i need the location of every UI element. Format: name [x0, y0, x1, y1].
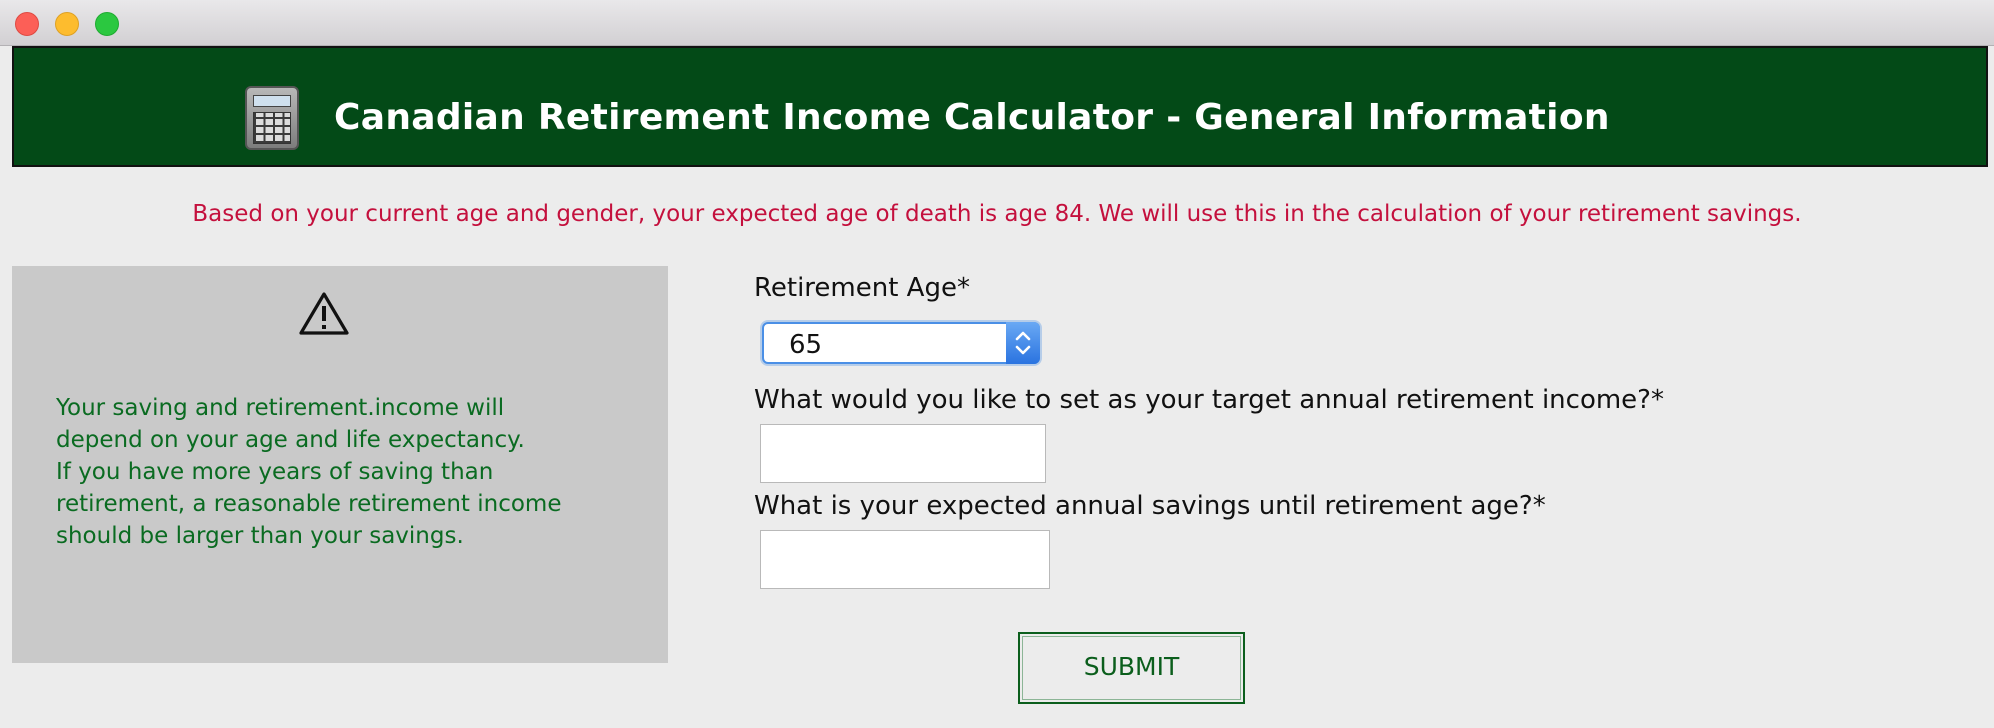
- info-line: should be larger than your savings.: [56, 523, 464, 549]
- info-line: Your saving and retirement.income will: [56, 395, 505, 421]
- info-line: depend on your age and life expectancy.: [56, 427, 525, 453]
- window-titlebar: [0, 0, 1994, 46]
- info-panel: Your saving and retirement.income will d…: [12, 266, 668, 663]
- retirement-age-value: 65: [789, 330, 823, 360]
- info-line: retirement, a reasonable retirement inco…: [56, 491, 562, 517]
- target-income-field[interactable]: [760, 424, 1046, 483]
- retirement-age-stepper[interactable]: 65: [762, 322, 1040, 364]
- header-banner: Canadian Retirement Income Calculator - …: [12, 46, 1988, 167]
- info-text: Your saving and retirement.income will d…: [56, 392, 646, 552]
- stepper-up-down-icon: [1015, 331, 1031, 355]
- info-line: If you have more years of saving than: [56, 459, 494, 485]
- zoom-window-button[interactable]: [95, 12, 119, 36]
- calculator-icon: [245, 86, 299, 150]
- warning-icon: [299, 292, 349, 335]
- stepper-arrows[interactable]: [1006, 322, 1040, 364]
- target-income-label: What would you like to set as your targe…: [754, 385, 1664, 415]
- retirement-age-label: Retirement Age*: [754, 273, 970, 303]
- close-window-button[interactable]: [15, 12, 39, 36]
- annual-savings-label: What is your expected annual savings unt…: [754, 491, 1546, 521]
- annual-savings-field[interactable]: [760, 530, 1050, 589]
- life-expectancy-notice: Based on your current age and gender, yo…: [192, 201, 1802, 227]
- minimize-window-button[interactable]: [55, 12, 79, 36]
- submit-button[interactable]: SUBMIT: [1018, 632, 1245, 704]
- page-title: Canadian Retirement Income Calculator - …: [334, 97, 1610, 138]
